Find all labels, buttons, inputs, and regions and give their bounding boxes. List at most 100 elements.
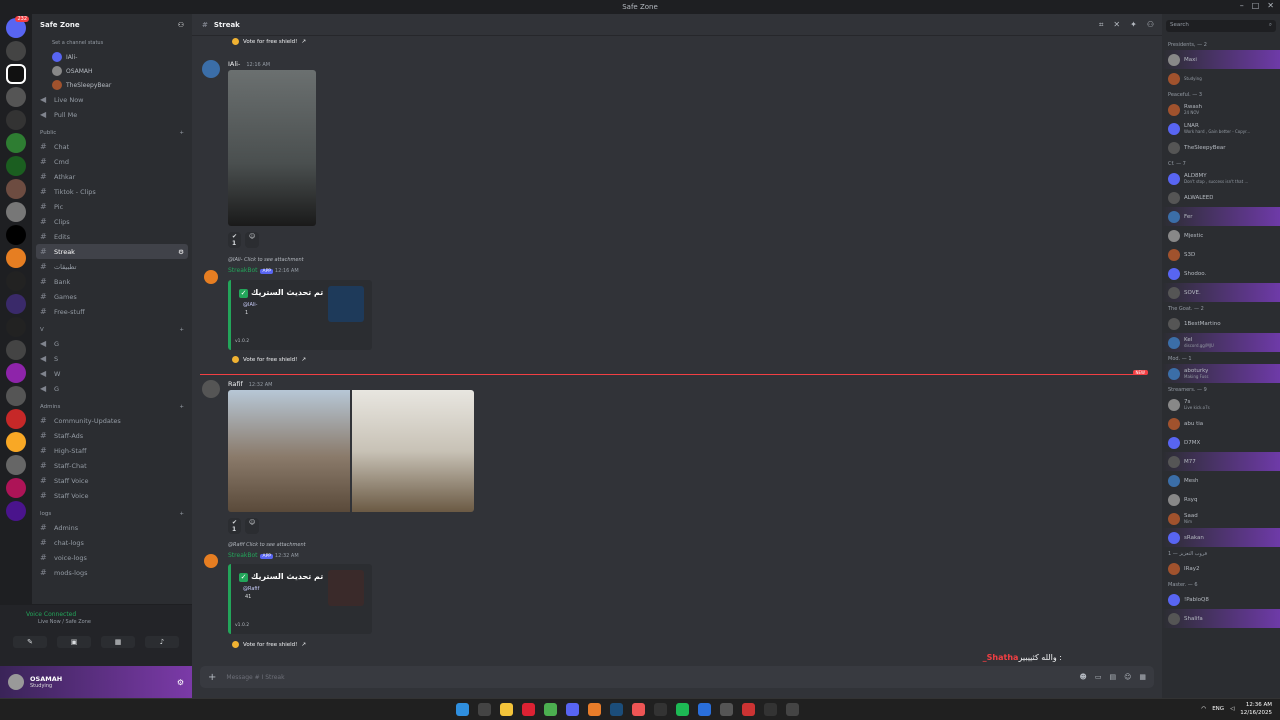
apps-icon[interactable]: ▦ xyxy=(1139,673,1146,681)
channel-item[interactable]: # Community-Updates xyxy=(32,413,192,428)
member-item[interactable]: LNAR Work hard , Gain better - Copyr... xyxy=(1162,119,1280,138)
channel-item[interactable]: # Staff Voice xyxy=(32,488,192,503)
channel-item[interactable]: # Chat xyxy=(32,139,192,154)
lang-indicator[interactable]: ENG xyxy=(1212,706,1224,712)
channel-item[interactable]: # تطبيقات xyxy=(32,259,192,274)
plus-icon[interactable]: + xyxy=(179,511,184,517)
voice-user[interactable]: TheSleepyBear xyxy=(32,78,192,92)
server-icon[interactable] xyxy=(6,64,26,84)
voice-location[interactable]: Live Now / Safe Zone xyxy=(0,618,192,626)
member-item[interactable]: ALWALEED xyxy=(1162,188,1280,207)
app-icon[interactable] xyxy=(720,703,733,716)
soundboard-icon[interactable]: ♪ xyxy=(145,636,179,648)
category-logs[interactable]: logs + xyxy=(32,507,192,520)
member-item[interactable]: Mesh xyxy=(1162,471,1280,490)
channel-item[interactable]: # Edits xyxy=(32,229,192,244)
channel-item[interactable]: # Cmd xyxy=(32,154,192,169)
server-icon[interactable] xyxy=(6,478,26,498)
message-composer[interactable]: + Message # I Streak ☻ ▭ ▤ ☺ ▦ xyxy=(200,666,1154,688)
member-item[interactable]: 7s Live kick.o7s xyxy=(1162,395,1280,414)
member-item[interactable]: TheSleepyBear xyxy=(1162,138,1280,157)
spotify-icon[interactable] xyxy=(676,703,689,716)
server-icon[interactable] xyxy=(6,386,26,406)
member-item[interactable]: Shodoo. xyxy=(1162,264,1280,283)
channel-item[interactable]: # High-Staff xyxy=(32,443,192,458)
voice-user[interactable]: OSAMAH xyxy=(32,64,192,78)
app-icon[interactable] xyxy=(786,703,799,716)
server-icon[interactable] xyxy=(6,202,26,222)
member-item[interactable]: M77 xyxy=(1162,452,1280,471)
app-icon[interactable] xyxy=(632,703,645,716)
chrome-icon[interactable] xyxy=(544,703,557,716)
vote-link[interactable]: Vote for free shield! ↗ xyxy=(232,38,306,45)
member-item[interactable]: S3D xyxy=(1162,245,1280,264)
voice-user[interactable]: IAli- xyxy=(32,50,192,64)
avatar[interactable] xyxy=(202,380,220,398)
volume-icon[interactable]: ◁ xyxy=(1230,706,1234,712)
server-icon[interactable] xyxy=(6,179,26,199)
search-input[interactable]: Search ⌕ xyxy=(1166,20,1276,32)
channel-item[interactable]: # Athkar xyxy=(32,169,192,184)
minimize-icon[interactable]: – xyxy=(1240,1,1244,10)
gear-icon[interactable]: ⚙ xyxy=(177,678,184,687)
gif-icon[interactable]: ▭ xyxy=(1095,673,1102,681)
discord-icon[interactable] xyxy=(566,703,579,716)
threads-icon[interactable]: ⌗ xyxy=(1099,20,1104,30)
avatar[interactable] xyxy=(8,674,24,690)
server-header[interactable]: Safe Zone ⚇ xyxy=(32,14,192,36)
channel-item[interactable]: # Staff-Chat xyxy=(32,458,192,473)
member-item[interactable]: 1BestMartino xyxy=(1162,314,1280,333)
folder-icon[interactable] xyxy=(500,703,513,716)
server-icon[interactable] xyxy=(6,294,26,314)
mute-icon[interactable]: ✎ xyxy=(13,636,47,648)
vote-link[interactable]: Vote for free shield! ↗ xyxy=(232,356,306,363)
server-icon[interactable] xyxy=(6,340,26,360)
server-icon[interactable] xyxy=(6,41,26,61)
clock[interactable]: 12:36 AM 12/16/2025 xyxy=(1240,701,1272,717)
server-icon[interactable] xyxy=(6,271,26,291)
member-item[interactable]: ALD8MY Don't stop , success isn't that ..… xyxy=(1162,169,1280,188)
member-item[interactable]: !PabloQ8 xyxy=(1162,590,1280,609)
server-icon[interactable] xyxy=(6,156,26,176)
plus-icon[interactable]: + xyxy=(208,672,216,683)
reaction-check[interactable]: ✔ 1 xyxy=(228,232,242,248)
search-icon[interactable] xyxy=(478,703,491,716)
image-attachment[interactable] xyxy=(228,70,316,226)
channel-status[interactable]: Set a channel status xyxy=(32,36,192,50)
close-icon[interactable]: ✕ xyxy=(1267,1,1274,10)
member-item[interactable]: SOVE. xyxy=(1162,283,1280,302)
channel-item[interactable]: # Tiktok - Clips xyxy=(32,184,192,199)
start-icon[interactable] xyxy=(456,703,469,716)
server-icon[interactable] xyxy=(6,317,26,337)
reaction-check[interactable]: ✔ 1 xyxy=(228,518,242,534)
server-icon[interactable] xyxy=(6,432,26,452)
plus-icon[interactable]: + xyxy=(179,404,184,410)
member-item[interactable]: Fer xyxy=(1162,207,1280,226)
app-icon[interactable] xyxy=(764,703,777,716)
emoji-icon[interactable]: ☺ xyxy=(1124,673,1131,681)
member-item[interactable]: Kel discord.gg/MJU xyxy=(1162,333,1280,352)
member-item[interactable]: D7MX xyxy=(1162,433,1280,452)
app-icon[interactable] xyxy=(522,703,535,716)
category-v[interactable]: V + xyxy=(32,323,192,336)
screen-share-icon[interactable]: ▣ xyxy=(57,636,91,648)
server-icon[interactable] xyxy=(6,87,26,107)
direct-messages-icon[interactable]: 232 xyxy=(6,16,29,38)
app-icon[interactable] xyxy=(742,703,755,716)
member-item[interactable]: Maxi xyxy=(1162,50,1280,69)
channel-item[interactable]: # Admins xyxy=(32,520,192,535)
channel-item[interactable]: # mods-logs xyxy=(32,565,192,580)
server-icon[interactable] xyxy=(6,501,26,521)
server-icon[interactable] xyxy=(6,133,26,153)
add-reaction-icon[interactable]: ☺ xyxy=(245,232,260,248)
members-icon[interactable]: ⚇ xyxy=(1147,20,1154,30)
server-icon[interactable] xyxy=(6,363,26,383)
voice-channel-item[interactable]: ◀ G xyxy=(32,381,192,396)
reply-reference[interactable]: @IAli- Click to see attachment xyxy=(228,257,304,263)
bot-avatar[interactable] xyxy=(204,270,218,284)
image-attachment[interactable] xyxy=(352,390,474,512)
voice-channel-pull-me[interactable]: ◀ Pull Me xyxy=(32,107,192,122)
channel-item[interactable]: # voice-logs xyxy=(32,550,192,565)
add-member-icon[interactable]: ⚇ xyxy=(178,21,184,29)
server-icon[interactable] xyxy=(6,248,26,268)
